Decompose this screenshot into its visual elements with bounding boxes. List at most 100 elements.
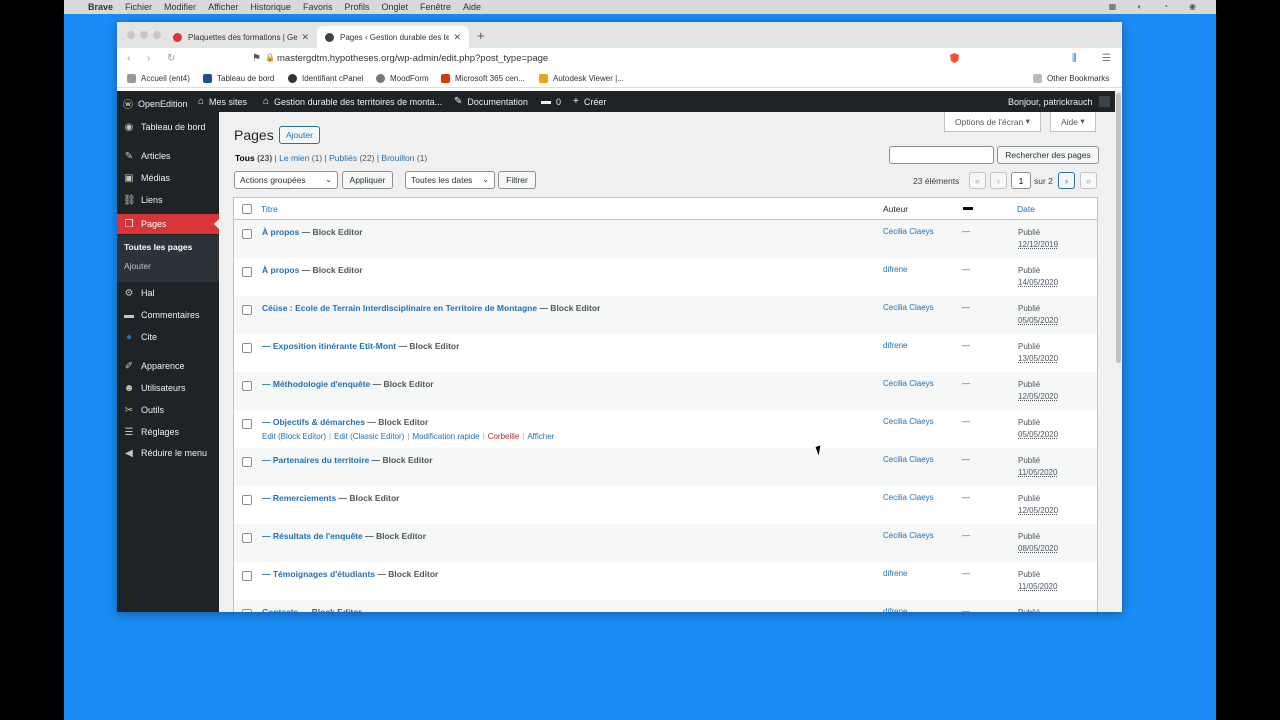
menu-item-bookmarks[interactable]: Favoris [303, 2, 333, 12]
my-sites-link[interactable]: ⌂ Mes sites [198, 96, 247, 107]
extension-icon[interactable]: ⫼ [1072, 53, 1077, 64]
sidebar-item-appearance[interactable]: ✐ Apparence [117, 356, 219, 376]
page-title-link[interactable]: — Remerciements [262, 493, 336, 503]
menu-item-profiles[interactable]: Profils [344, 2, 369, 12]
bookmark-item[interactable]: Identifiant cPanel [288, 74, 363, 83]
row-checkbox[interactable] [242, 457, 252, 467]
edit-block-link[interactable]: Edit (Block Editor) [262, 432, 326, 441]
row-author-link[interactable]: Cecilia Claeys [883, 227, 934, 236]
row-checkbox[interactable] [242, 571, 252, 581]
account-link[interactable]: Bonjour, patrickrauch [1008, 96, 1110, 107]
minimize-window-icon[interactable] [140, 31, 148, 39]
row-checkbox[interactable] [242, 229, 252, 239]
sidebar-item-links[interactable]: ⛓ Liens [117, 190, 219, 210]
sidebar-item-pages[interactable]: ❐ Pages [117, 214, 219, 234]
row-checkbox[interactable] [242, 267, 252, 277]
filter-published[interactable]: Publiés (22) [329, 153, 374, 163]
row-author-link[interactable]: Cecilia Claeys [883, 417, 934, 426]
row-checkbox[interactable] [242, 343, 252, 353]
new-tab-icon[interactable]: + [477, 28, 485, 43]
filter-mine[interactable]: Le mien (1) [279, 153, 322, 163]
other-bookmarks[interactable]: Other Bookmarks [1033, 74, 1109, 83]
sidebar-item-users[interactable]: ☻ Utilisateurs [117, 378, 219, 398]
page-title-link[interactable]: — Exposition itinérante Etit-Mont [262, 341, 396, 351]
menu-item-help[interactable]: Aide [463, 2, 481, 12]
browser-tab[interactable]: Plaquettes des formations | Ges ✕ [165, 26, 317, 48]
lock-icon[interactable]: 🔒 [265, 53, 275, 62]
close-tab-icon[interactable]: ✕ [301, 32, 309, 43]
create-link[interactable]: + Créer [573, 96, 606, 107]
browser-tab-active[interactable]: Pages ‹ Gestion durable des terr ✕ [317, 26, 469, 48]
submenu-all-pages[interactable]: Toutes les pages [124, 242, 192, 252]
row-author-link[interactable]: Cecilia Claeys [883, 379, 934, 388]
documentation-link[interactable]: ✎ Documentation [454, 96, 528, 107]
row-checkbox[interactable] [242, 381, 252, 391]
row-checkbox[interactable] [242, 609, 252, 612]
row-author-link[interactable]: difrene [883, 265, 907, 274]
sidebar-item-hal[interactable]: ⚙ Hal [117, 283, 219, 303]
next-page-button[interactable]: › [1058, 172, 1075, 189]
page-title-link[interactable]: — Méthodologie d'enquête [262, 379, 370, 389]
site-name-link[interactable]: ⌂ Gestion durable des territoires de mont… [263, 96, 442, 107]
sidebar-item-media[interactable]: ▣ Médias [117, 168, 219, 188]
sidebar-item-settings[interactable]: ☰ Réglages [117, 422, 219, 442]
row-author-link[interactable]: Cecilia Claeys [883, 303, 934, 312]
openedition-link[interactable]: ⓦ OpenEdition [123, 96, 188, 112]
quick-edit-link[interactable]: Modification rapide [412, 432, 479, 441]
sidebar-item-articles[interactable]: ✎ Articles [117, 146, 219, 166]
close-window-icon[interactable] [127, 31, 135, 39]
status-icon[interactable]: ◐ [1137, 2, 1142, 11]
scrollbar-thumb[interactable] [1116, 93, 1121, 363]
page-scrollbar[interactable] [1115, 91, 1122, 612]
page-title-link[interactable]: Céüse : Ecole de Terrain Interdisciplina… [262, 303, 537, 313]
select-all-checkbox[interactable] [242, 204, 252, 214]
row-author-link[interactable]: difrene [883, 341, 907, 350]
page-title-link[interactable]: — Témoignages d'étudiants [262, 569, 375, 579]
screen-options-button[interactable]: Options de l'écran ▾ [944, 112, 1041, 132]
page-title-link[interactable]: — Partenaires du territoire [262, 455, 369, 465]
submenu-add-page[interactable]: Ajouter [124, 261, 151, 271]
menu-item-history[interactable]: Historique [250, 2, 291, 12]
sidebar-item-dashboard[interactable]: ◉ Tableau de bord [117, 117, 219, 137]
row-author-link[interactable]: Cecilia Claeys [883, 455, 934, 464]
zoom-window-icon[interactable] [153, 31, 161, 39]
menu-item-window[interactable]: Fenêtre [420, 2, 451, 12]
column-title[interactable]: Titre [261, 204, 278, 214]
status-icon[interactable]: ◉ [1189, 2, 1196, 11]
menu-icon[interactable]: ☰ [1102, 53, 1111, 64]
row-checkbox[interactable] [242, 305, 252, 315]
forward-icon[interactable]: › [147, 53, 150, 64]
date-filter-select[interactable]: Toutes les dates ⌄ [405, 171, 495, 189]
trash-link[interactable]: Corbeille [488, 432, 520, 441]
filter-all[interactable]: Tous (23) [235, 153, 272, 163]
bookmark-item[interactable]: Autodesk Viewer |... [539, 74, 624, 83]
close-tab-icon[interactable]: ✕ [453, 32, 461, 43]
apply-button[interactable]: Appliquer [342, 171, 393, 189]
edit-classic-link[interactable]: Edit (Classic Editor) [334, 432, 404, 441]
menu-item-tab[interactable]: Onglet [381, 2, 408, 12]
menu-item-view[interactable]: Afficher [208, 2, 238, 12]
page-title-link[interactable]: — Objectifs & démarches [262, 417, 365, 427]
page-title-link[interactable]: Contacts [262, 607, 298, 612]
reload-icon[interactable]: ↻ [167, 53, 175, 64]
back-icon[interactable]: ‹ [127, 53, 130, 64]
brave-shields-icon[interactable] [950, 53, 959, 63]
column-date[interactable]: Date [1017, 204, 1035, 214]
bulk-actions-select[interactable]: Actions groupées ⌄ [234, 171, 338, 189]
bookmark-item[interactable]: MoodForm [376, 74, 429, 83]
menu-app-name[interactable]: Brave [88, 2, 113, 12]
menu-item-edit[interactable]: Modifier [164, 2, 196, 12]
sidebar-item-collapse[interactable]: ◀ Réduire le menu [117, 443, 219, 463]
filter-draft[interactable]: Brouillon (1) [381, 153, 427, 163]
row-author-link[interactable]: difrene [883, 607, 907, 612]
filter-button[interactable]: Filtrer [498, 171, 536, 189]
bookmark-item[interactable]: Microsoft 365 cen... [441, 74, 525, 83]
page-title-link[interactable]: À propos [262, 227, 299, 237]
page-title-link[interactable]: — Résultats de l'enquête [262, 531, 363, 541]
row-checkbox[interactable] [242, 419, 252, 429]
menu-item-file[interactable]: Fichier [125, 2, 152, 12]
bookmark-item[interactable]: Accueil (ent4) [127, 74, 190, 83]
row-author-link[interactable]: Cecilia Claeys [883, 531, 934, 540]
add-page-button[interactable]: Ajouter [279, 126, 320, 144]
status-icon[interactable]: ◔ [1163, 2, 1168, 11]
